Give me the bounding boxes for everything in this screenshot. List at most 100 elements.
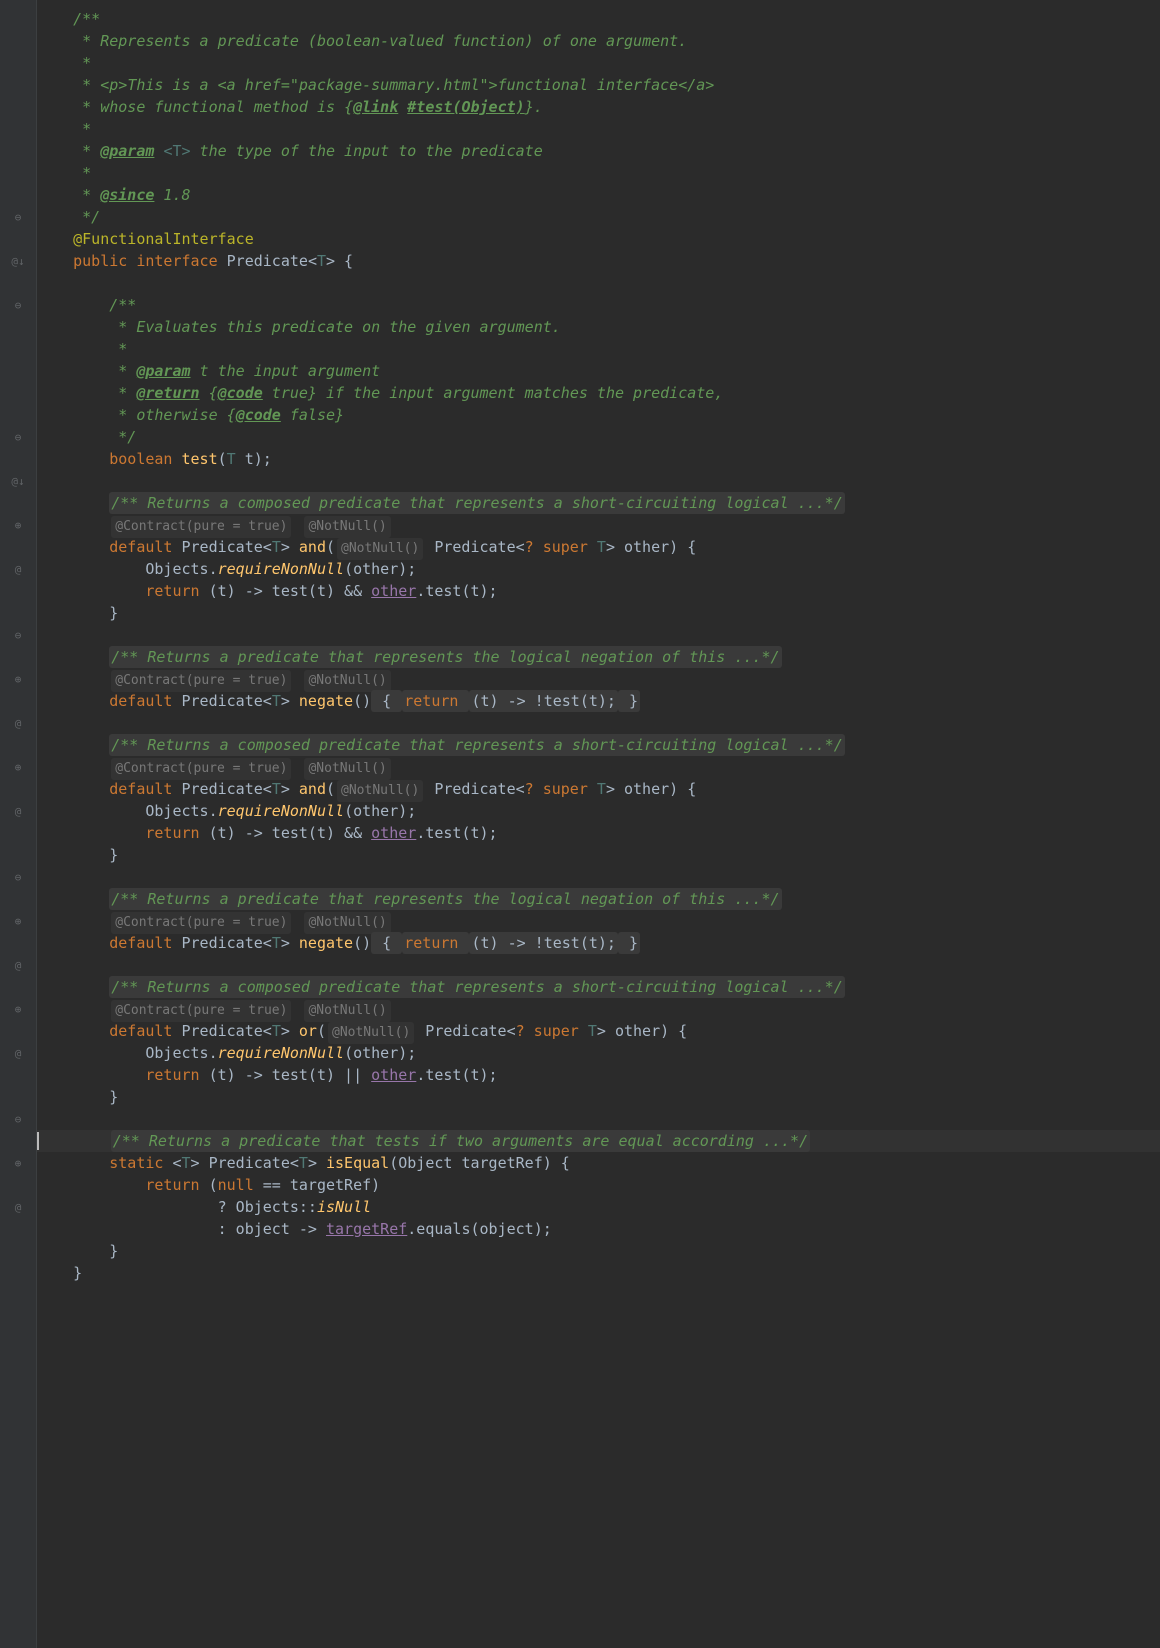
code-area[interactable]: /** * Represents a predicate (boolean-va… [37,0,1160,1648]
gutter-marker[interactable] [0,1218,36,1240]
code-line[interactable]: default Predicate<T> and(@NotNull() Pred… [37,536,1160,558]
code-line[interactable]: * [37,338,1160,360]
code-line[interactable] [37,866,1160,888]
gutter-marker[interactable] [0,602,36,624]
folded-region[interactable]: (t) -> !test(t); [469,690,618,712]
folded-region[interactable]: (t) -> !test(t); [469,932,618,954]
gutter-marker[interactable] [0,1262,36,1284]
code-line[interactable]: } [37,1240,1160,1262]
code-line[interactable]: return (t) -> test(t) && other.test(t); [37,580,1160,602]
gutter-marker[interactable] [0,30,36,52]
gutter-marker[interactable] [0,382,36,404]
gutter-marker[interactable]: ⊕ [0,1152,36,1174]
code-line[interactable]: ? Objects::isNull [37,1196,1160,1218]
gutter-marker[interactable] [0,184,36,206]
code-line[interactable]: /** Returns a composed predicate that re… [37,734,1160,756]
code-line[interactable]: @Contract(pure = true) @NotNull() [37,910,1160,932]
code-line[interactable]: /** Returns a predicate that represents … [37,888,1160,910]
gutter-marker[interactable]: @↓ [0,470,36,492]
gutter-marker[interactable] [0,162,36,184]
code-line[interactable]: * @since 1.8 [37,184,1160,206]
code-line[interactable]: static <T> Predicate<T> isEqual(Object t… [37,1152,1160,1174]
code-line[interactable]: * [37,52,1160,74]
code-line[interactable]: } [37,602,1160,624]
gutter-marker[interactable] [0,118,36,140]
code-line[interactable]: : object -> targetRef.equals(object); [37,1218,1160,1240]
gutter-marker[interactable]: ⊕ [0,514,36,536]
gutter-marker[interactable] [0,1130,36,1152]
code-line[interactable] [37,712,1160,734]
gutter-marker[interactable] [0,404,36,426]
code-line[interactable]: * [37,162,1160,184]
gutter-marker[interactable]: ⊕ [0,756,36,778]
code-line[interactable]: @Contract(pure = true) @NotNull() [37,998,1160,1020]
gutter-marker[interactable] [0,1240,36,1262]
gutter-marker[interactable]: @ [0,712,36,734]
gutter-marker[interactable] [0,8,36,30]
code-line[interactable]: @Contract(pure = true) @NotNull() [37,514,1160,536]
gutter-marker[interactable] [0,734,36,756]
code-line[interactable]: */ [37,426,1160,448]
gutter-marker[interactable]: ⊖ [0,866,36,888]
gutter-marker[interactable]: ⊕ [0,998,36,1020]
code-line[interactable]: default Predicate<T> and(@NotNull() Pred… [37,778,1160,800]
gutter-marker[interactable]: ⊖ [0,1108,36,1130]
code-line[interactable]: @FunctionalInterface [37,228,1160,250]
gutter-marker[interactable] [0,690,36,712]
code-line[interactable]: } [37,1262,1160,1284]
gutter-marker[interactable] [0,1086,36,1108]
gutter-marker[interactable]: @ [0,800,36,822]
code-line[interactable]: /** Returns a predicate that represents … [37,646,1160,668]
code-line[interactable] [37,272,1160,294]
gutter-marker[interactable] [0,844,36,866]
code-line[interactable]: /** Returns a predicate that tests if tw… [37,1130,1160,1152]
gutter-marker[interactable]: ⊖ [0,206,36,228]
gutter-marker[interactable] [0,448,36,470]
code-line[interactable]: * Represents a predicate (boolean-valued… [37,30,1160,52]
code-line[interactable]: * <p>This is a <a href="package-summary.… [37,74,1160,96]
gutter-marker[interactable] [0,338,36,360]
gutter-marker[interactable] [0,316,36,338]
gutter-marker[interactable] [0,888,36,910]
folded-region[interactable]: /** Returns a composed predicate that re… [109,734,845,756]
code-line[interactable]: /** [37,8,1160,30]
gutter-marker[interactable] [0,778,36,800]
gutter-marker[interactable]: @ [0,1196,36,1218]
code-line[interactable]: */ [37,206,1160,228]
code-line[interactable]: * [37,118,1160,140]
gutter-marker[interactable] [0,1020,36,1042]
code-line[interactable] [37,470,1160,492]
gutter-marker[interactable] [0,272,36,294]
code-line[interactable]: * Evaluates this predicate on the given … [37,316,1160,338]
gutter-marker[interactable] [0,536,36,558]
folded-region[interactable]: } [618,932,640,954]
code-line[interactable] [37,1108,1160,1130]
code-line[interactable]: * otherwise {@code false} [37,404,1160,426]
code-line[interactable]: * @param <T> the type of the input to th… [37,140,1160,162]
gutter-marker[interactable]: ⊖ [0,294,36,316]
gutter-marker[interactable] [0,580,36,602]
gutter-marker[interactable] [0,96,36,118]
code-line[interactable]: * @param t the input argument [37,360,1160,382]
gutter-marker[interactable]: @ [0,954,36,976]
gutter-marker[interactable] [0,932,36,954]
gutter-marker[interactable]: ⊕ [0,910,36,932]
code-line[interactable]: public interface Predicate<T> { [37,250,1160,272]
gutter-marker[interactable] [0,976,36,998]
folded-region[interactable]: } [618,690,640,712]
gutter-marker[interactable] [0,74,36,96]
code-line[interactable]: @Contract(pure = true) @NotNull() [37,668,1160,690]
folded-region[interactable]: /** Returns a composed predicate that re… [109,976,845,998]
folded-region[interactable]: return [402,932,469,954]
code-line[interactable]: Objects.requireNonNull(other); [37,1042,1160,1064]
folded-region[interactable]: /** Returns a predicate that represents … [109,888,781,910]
gutter-marker[interactable] [0,360,36,382]
code-line[interactable]: boolean test(T t); [37,448,1160,470]
folded-region[interactable]: /** Returns a predicate that represents … [109,646,781,668]
code-line[interactable]: /** [37,294,1160,316]
gutter-marker[interactable]: @ [0,558,36,580]
gutter-marker[interactable] [0,822,36,844]
code-line[interactable]: default Predicate<T> or(@NotNull() Predi… [37,1020,1160,1042]
gutter-marker[interactable] [0,140,36,162]
gutter-marker[interactable] [0,492,36,514]
